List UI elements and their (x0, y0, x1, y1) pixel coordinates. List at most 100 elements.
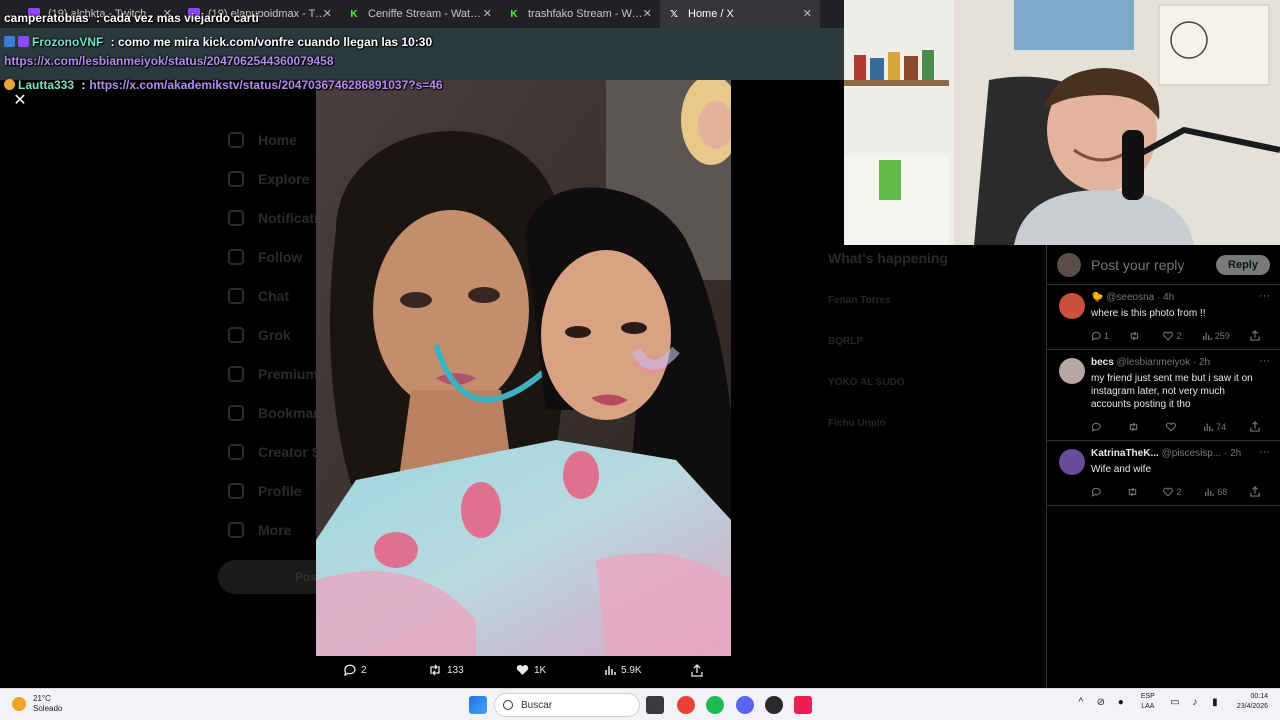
chat-message: camperatobias : cada vez mas viejardo ca… (4, 11, 259, 25)
repost-icon (1131, 331, 1139, 340)
post-photo[interactable] (316, 80, 731, 656)
trend-item[interactable]: YOKO AL SUDO (828, 377, 1028, 388)
close-tab-icon[interactable]: ✕ (323, 7, 332, 20)
trend-item[interactable]: BQRLP (828, 336, 1028, 347)
sun-icon (12, 697, 26, 711)
browser-tab[interactable]: K trashfako Stream - Watch Live o ✕ (500, 0, 660, 28)
tiktok-icon[interactable] (794, 696, 812, 714)
repost-action[interactable] (1127, 486, 1141, 497)
heart-icon (516, 664, 529, 675)
share-action[interactable] (1250, 486, 1263, 497)
profile-icon (228, 482, 244, 499)
repost-action[interactable] (1129, 330, 1143, 341)
chat-link[interactable]: https://x.com/lesbianmeiyok/status/20470… (4, 54, 334, 68)
x-icon: 𝕏 (669, 8, 679, 20)
volume-icon[interactable]: ♪ (1189, 696, 1201, 708)
views-action[interactable]: 74 (1203, 421, 1226, 432)
screen: ⌄ (19) alchkta - Twitch ✕ (19) elapupoid… (0, 0, 1280, 720)
task-view-icon[interactable] (646, 696, 664, 714)
views-action[interactable]: 5.9K (604, 664, 642, 676)
chat-link[interactable]: https://x.com/akademikstv/status/2047036… (89, 78, 442, 92)
windows-taskbar: 21°C Soleado Buscar ^ ⊘ ● ESP LAA ▭ ♪ ▮ (0, 688, 1280, 720)
reply-button[interactable]: Reply (1216, 254, 1270, 275)
share-action[interactable] (1250, 330, 1263, 341)
language-indicator[interactable]: ESP LAA (1141, 692, 1155, 712)
share-action[interactable] (691, 664, 708, 677)
clock[interactable]: 00:14 23/4/2026 (1237, 692, 1268, 712)
chat-message: FrozonoVNF : como me mira kick.com/vonfr… (4, 35, 432, 49)
repost-icon (1128, 487, 1136, 496)
share-action[interactable] (1250, 421, 1263, 432)
network-off-icon[interactable]: ⊘ (1095, 696, 1107, 708)
person-icon (228, 248, 244, 265)
like-action[interactable]: 2 (1163, 330, 1182, 341)
reply-composer: Post your reply Reply (1047, 245, 1280, 285)
views-action[interactable]: 259 (1202, 330, 1230, 341)
spotify-icon[interactable] (706, 696, 724, 714)
chrome-icon[interactable] (677, 696, 695, 714)
post-action-bar: 2 133 1K 5.9K (316, 660, 731, 684)
views-icon (1202, 332, 1212, 340)
bookmark-icon (228, 404, 244, 421)
like-action[interactable]: 2 (1163, 486, 1181, 497)
badge-icon (18, 36, 29, 47)
trending-title: What's happening (828, 250, 948, 266)
reply-action[interactable] (1091, 486, 1104, 497)
heart-icon (1166, 422, 1176, 432)
views-icon (1205, 488, 1215, 496)
more-icon (228, 521, 244, 538)
home-icon (228, 131, 244, 148)
microphone-icon[interactable]: ● (1115, 696, 1127, 708)
views-action[interactable]: 68 (1204, 486, 1227, 497)
like-action[interactable]: 1K (516, 664, 546, 676)
more-options-icon[interactable]: ··· (1259, 355, 1270, 367)
reply-action[interactable]: 2 (343, 664, 367, 676)
badge-icon (4, 36, 15, 47)
chevron-up-icon[interactable]: ^ (1075, 696, 1087, 708)
badge-icon (4, 79, 15, 90)
photo-illustration (316, 80, 731, 656)
heart-icon (1163, 487, 1174, 497)
kick-icon: K (510, 8, 518, 20)
trend-item[interactable]: Fenan Torres (828, 295, 1028, 306)
more-options-icon[interactable]: ··· (1259, 446, 1270, 458)
battery-icon[interactable]: ▮ (1209, 696, 1221, 708)
comment-text: my friend just sent me but i saw it on i… (1091, 373, 1253, 410)
close-tab-icon[interactable]: ✕ (803, 7, 812, 20)
obs-icon[interactable] (765, 696, 783, 714)
avatar (1059, 293, 1085, 319)
repost-action[interactable] (1128, 421, 1142, 432)
close-tab-icon[interactable]: ✕ (643, 7, 652, 20)
search-icon (503, 700, 513, 710)
reply-action[interactable] (1091, 421, 1104, 432)
taskbar-search[interactable]: Buscar (494, 693, 640, 717)
share-icon (691, 664, 703, 677)
share-icon (1250, 486, 1260, 497)
webcam-illustration (844, 0, 1280, 245)
chat-icon (228, 287, 244, 304)
kick-icon: K (350, 8, 358, 20)
like-action[interactable] (1166, 421, 1179, 432)
reply-action[interactable]: 1 (1091, 330, 1109, 341)
comment-text: where is this photo from !! (1091, 308, 1206, 319)
weather-widget[interactable]: 21°C Soleado (12, 694, 62, 714)
avatar (1059, 449, 1085, 475)
comment-item[interactable]: 🐤 @seeosna · 4h ··· where is this photo … (1047, 285, 1280, 350)
comment-item[interactable]: becs @lesbianmeiyok · 2h ··· my friend j… (1047, 350, 1280, 441)
close-tab-icon[interactable]: ✕ (483, 7, 492, 20)
discord-icon[interactable] (736, 696, 754, 714)
chat-message: https://x.com/lesbianmeiyok/status/20470… (4, 54, 334, 68)
windows-start-icon[interactable] (469, 696, 487, 714)
comment-item[interactable]: KatrinaTheK... @piscesisp... · 2h ··· Wi… (1047, 441, 1280, 506)
more-options-icon[interactable]: ··· (1259, 290, 1270, 302)
avatar (1057, 252, 1081, 277)
browser-tab[interactable]: K Ceniffe Stream - Watch Live on ✕ (340, 0, 500, 28)
repost-action[interactable]: 133 (428, 664, 464, 676)
avatar (1059, 358, 1085, 384)
trend-item[interactable]: Fichu Unplo (828, 418, 1028, 429)
close-viewer-icon[interactable]: ✕ (11, 92, 29, 110)
browser-tab-active[interactable]: 𝕏 Home / X ✕ (660, 0, 820, 28)
replies-panel: Post your reply Reply 🐤 @seeosna · 4h ··… (1046, 245, 1280, 688)
monitor-icon[interactable]: ▭ (1169, 696, 1181, 708)
reply-input[interactable]: Post your reply (1091, 257, 1216, 273)
